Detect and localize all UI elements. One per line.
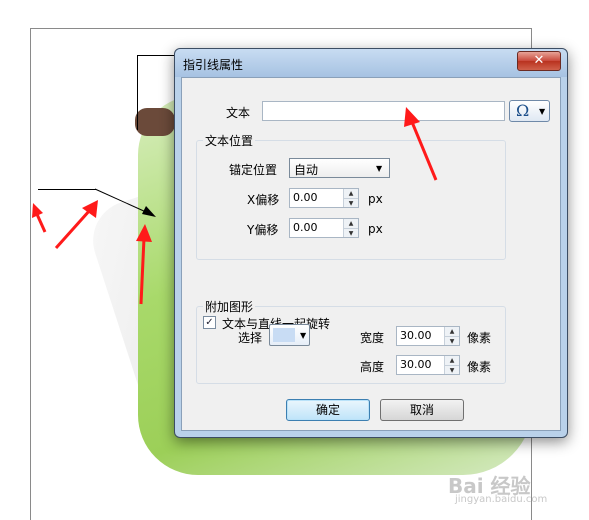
width-unit: 像素 (467, 331, 492, 345)
text-label: 文本 (226, 106, 251, 120)
anchor-select[interactable]: 自动 ▼ (289, 158, 390, 178)
y-offset-stepper[interactable]: 0.00 ▲ ▼ (289, 218, 359, 238)
y-offset-value: 0.00 (293, 221, 318, 234)
annotation-arrow-diagonal (54, 200, 98, 250)
shape-select[interactable]: ▼ (269, 324, 310, 346)
anchor-value: 自动 (294, 163, 319, 177)
shape-swatch (273, 328, 295, 342)
spin-up-icon[interactable]: ▲ (445, 327, 459, 336)
text-position-group-title: 文本位置 (203, 132, 256, 149)
y-offset-spin: ▲ ▼ (343, 219, 358, 237)
spin-up-icon[interactable]: ▲ (344, 189, 358, 198)
text-position-group: 文本位置 锚定位置 自动 ▼ X偏移 0.00 ▲ ▼ px Y偏移 0.00 … (196, 132, 506, 260)
width-stepper[interactable]: 30.00 ▲ ▼ (396, 326, 460, 346)
x-offset-stepper[interactable]: 0.00 ▲ ▼ (289, 188, 359, 208)
leader-line-properties-dialog: 指引线属性 ✕ 文本 Ω ▼ 文本位置 锚定位置 自动 ▼ X偏移 0.00 ▲ (174, 48, 568, 438)
x-offset-spin: ▲ ▼ (343, 189, 358, 207)
height-spin: ▲ ▼ (444, 356, 459, 374)
dialog-body: 文本 Ω ▼ 文本位置 锚定位置 自动 ▼ X偏移 0.00 ▲ ▼ px Y偏… (181, 77, 561, 431)
x-offset-value: 0.00 (293, 191, 318, 204)
height-label: 高度 (360, 360, 385, 374)
width-spin: ▲ ▼ (444, 327, 459, 345)
ok-button[interactable]: 确定 (286, 399, 370, 421)
height-stepper[interactable]: 30.00 ▲ ▼ (396, 355, 460, 375)
leader-line-horizontal (38, 189, 96, 190)
spin-down-icon[interactable]: ▼ (344, 228, 358, 238)
title-bar[interactable]: 指引线属性 ✕ (175, 49, 567, 77)
annotation-arrow-left (32, 203, 47, 233)
cancel-button[interactable]: 取消 (380, 399, 464, 421)
attached-shape-group: 附加图形 选择 ▼ 宽度 30.00 ▲ ▼ 像素 高度 30.00 ▲ ▼ 像… (196, 298, 506, 384)
x-offset-unit: px (368, 192, 383, 206)
spin-down-icon[interactable]: ▼ (445, 365, 459, 375)
y-offset-unit: px (368, 222, 383, 236)
annotation-arrow-up (136, 224, 152, 305)
spin-up-icon[interactable]: ▲ (445, 356, 459, 365)
chevron-down-icon: ▼ (539, 107, 546, 116)
watermark-url: jingyan.baidu.com (455, 494, 548, 505)
dialog-title: 指引线属性 (183, 58, 244, 72)
shape-select-label: 选择 (238, 331, 263, 345)
spin-down-icon[interactable]: ▼ (445, 336, 459, 346)
attached-shape-group-title: 附加图形 (203, 298, 256, 315)
chevron-down-icon: ▼ (300, 331, 307, 340)
close-button[interactable]: ✕ (517, 51, 561, 71)
omega-icon: Ω (516, 101, 530, 120)
product-image-detail (135, 108, 175, 136)
text-input[interactable] (262, 101, 505, 121)
spin-up-icon[interactable]: ▲ (344, 219, 358, 228)
chevron-down-icon: ▼ (376, 164, 383, 173)
annotation-arrow-text-field (404, 107, 438, 181)
special-character-button[interactable]: Ω ▼ (509, 100, 550, 122)
y-offset-label: Y偏移 (247, 223, 279, 237)
height-unit: 像素 (467, 360, 492, 374)
spin-down-icon[interactable]: ▼ (344, 198, 358, 208)
leader-line-diagonal (94, 188, 156, 217)
leader-line-vertical (137, 55, 138, 130)
leader-line-top (137, 55, 177, 56)
width-label: 宽度 (360, 331, 385, 345)
close-icon: ✕ (533, 53, 545, 68)
height-value: 30.00 (400, 358, 432, 371)
x-offset-label: X偏移 (247, 193, 280, 207)
anchor-label: 锚定位置 (229, 163, 278, 177)
width-value: 30.00 (400, 329, 432, 342)
